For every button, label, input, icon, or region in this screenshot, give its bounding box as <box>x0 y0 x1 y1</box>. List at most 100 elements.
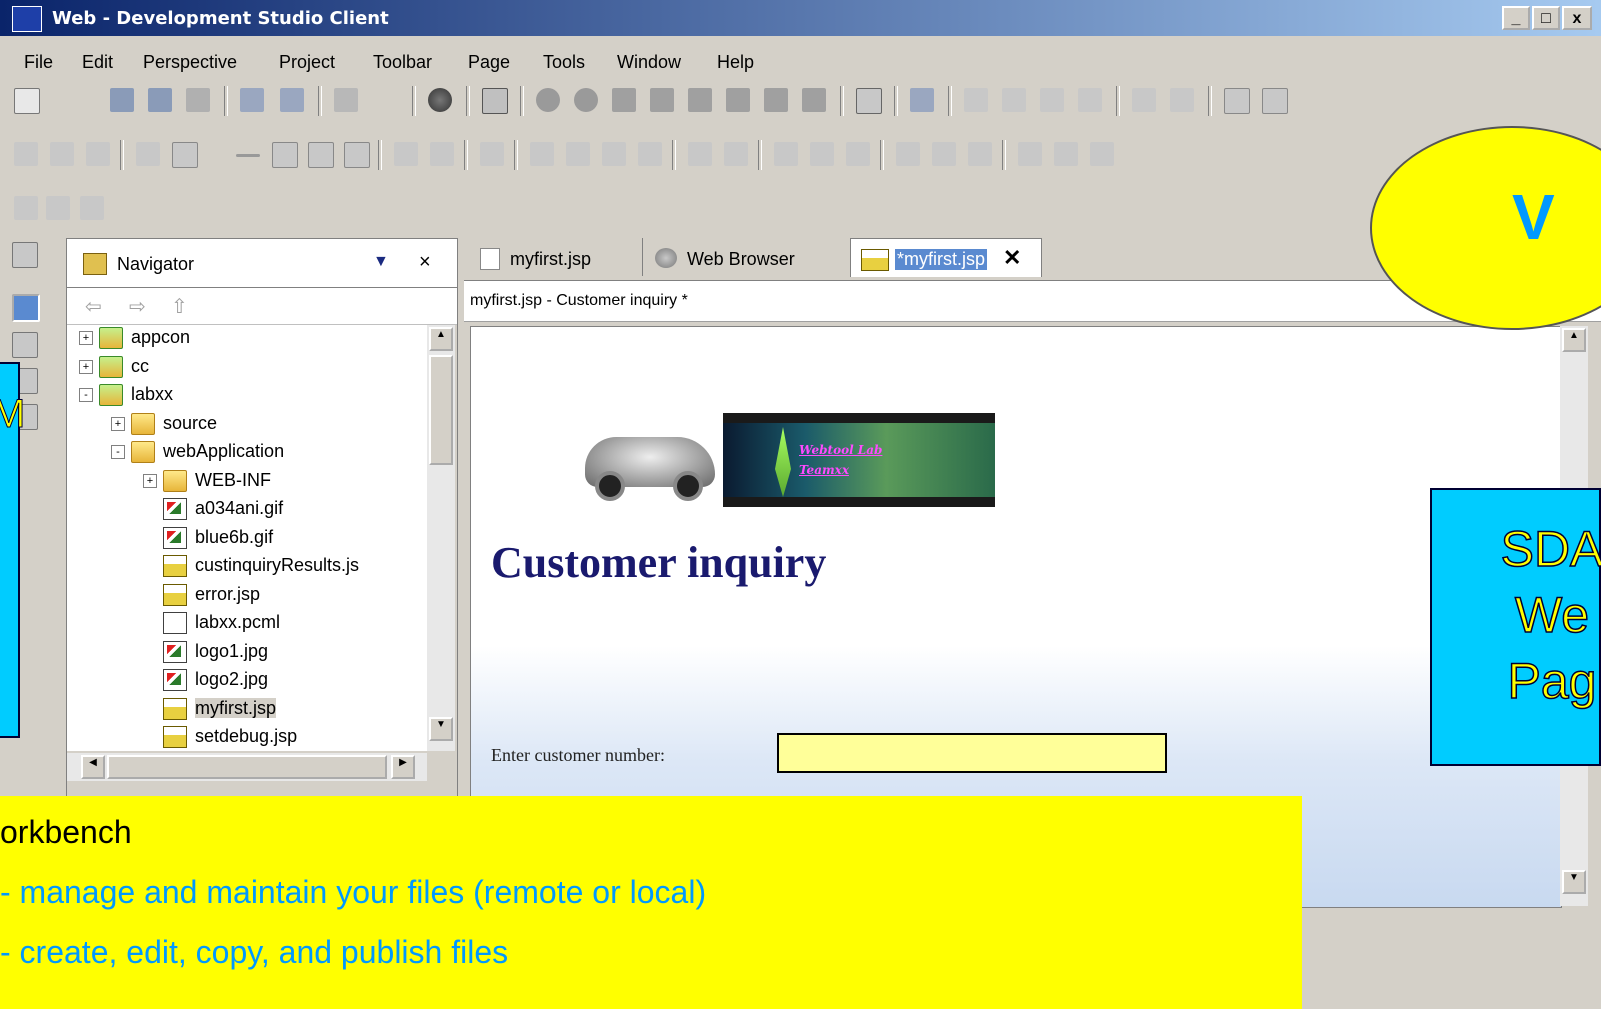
paste-icon[interactable] <box>1040 88 1064 112</box>
cut-icon[interactable] <box>964 88 988 112</box>
menu-window[interactable]: Window <box>617 52 681 73</box>
field-icon-3[interactable] <box>602 142 626 166</box>
wizard-icon-3[interactable] <box>688 88 712 112</box>
run-icon[interactable] <box>240 88 264 112</box>
expand-icon[interactable]: + <box>79 359 93 374</box>
embed-icon[interactable] <box>480 142 504 166</box>
open-type-icon[interactable] <box>334 88 358 112</box>
window-title-bar[interactable]: Web - Development Studio Client _ □ x <box>0 0 1601 36</box>
menu-toolbar[interactable]: Toolbar <box>373 52 432 73</box>
horizontal-rule-icon[interactable] <box>236 154 260 157</box>
scroll-thumb[interactable] <box>429 355 453 465</box>
bullet-list-icon[interactable] <box>14 142 38 166</box>
print-icon[interactable] <box>186 88 210 112</box>
h-scroll-thumb[interactable] <box>107 755 387 779</box>
field-icon-1[interactable] <box>530 142 554 166</box>
close-button[interactable]: x <box>1562 6 1592 30</box>
underline-icon[interactable] <box>1090 142 1114 166</box>
numbered-list-icon[interactable] <box>50 142 74 166</box>
scroll-down-button[interactable]: ▼ <box>429 717 453 741</box>
layout-icon[interactable] <box>1262 88 1288 114</box>
tree-item[interactable]: logo1.jpg <box>143 641 268 669</box>
delete-icon[interactable] <box>1078 88 1102 112</box>
customer-number-input[interactable] <box>777 733 1167 773</box>
close-tab-icon[interactable]: ✕ <box>1003 245 1021 271</box>
align-right-icon[interactable] <box>846 142 870 166</box>
expand-icon[interactable]: + <box>111 416 125 431</box>
italic-icon[interactable] <box>1054 142 1078 166</box>
scroll-right-button[interactable]: ▶ <box>391 755 415 779</box>
align-icon-2[interactable] <box>430 142 454 166</box>
tree-item[interactable]: custinquiryResults.js <box>143 555 359 583</box>
redo-icon[interactable] <box>1170 88 1194 112</box>
wizard-icon-1[interactable] <box>612 88 636 112</box>
scroll-left-button[interactable]: ◀ <box>81 755 105 779</box>
tree-item[interactable]: - labxx <box>79 384 173 412</box>
cell-bottom-icon[interactable] <box>968 142 992 166</box>
outdent-icon[interactable] <box>688 142 712 166</box>
align-left-icon[interactable] <box>774 142 798 166</box>
menu-tools[interactable]: Tools <box>543 52 585 73</box>
definition-list-icon[interactable] <box>86 142 110 166</box>
minimize-button[interactable]: _ <box>1502 6 1530 30</box>
debug-icon[interactable] <box>280 88 304 112</box>
maximize-button[interactable]: □ <box>1532 6 1560 30</box>
indent-icon[interactable] <box>724 142 748 166</box>
table-icon[interactable] <box>482 88 508 114</box>
collapse-icon[interactable]: - <box>79 388 93 403</box>
menu-page[interactable]: Page <box>468 52 510 73</box>
back-icon[interactable]: ⇦ <box>85 294 102 319</box>
globe-icon[interactable] <box>428 88 452 112</box>
new-icon[interactable] <box>14 88 40 114</box>
xml-icon[interactable] <box>856 88 882 114</box>
editor-scroll-up[interactable]: ▲ <box>1562 328 1586 352</box>
editor-scroll-down[interactable]: ▼ <box>1562 870 1586 894</box>
tree-item[interactable]: error.jsp <box>143 584 260 612</box>
tree-item[interactable]: logo2.jpg <box>143 669 268 697</box>
collapse-icon[interactable]: - <box>111 445 125 460</box>
copy-icon[interactable] <box>1002 88 1026 112</box>
cell-middle-icon[interactable] <box>932 142 956 166</box>
form-icon[interactable] <box>308 142 334 168</box>
tree-item[interactable]: - webApplication <box>111 441 284 469</box>
menu-perspective[interactable]: Perspective <box>143 52 237 73</box>
font-smaller-icon[interactable] <box>46 196 70 220</box>
forward-icon[interactable]: ⇨ <box>129 294 146 319</box>
tree-item[interactable]: + source <box>111 413 217 441</box>
cell-top-icon[interactable] <box>896 142 920 166</box>
tree-horizontal-scrollbar[interactable]: ◀ ▶ <box>67 753 427 781</box>
font-style-icon[interactable] <box>80 196 104 220</box>
close-view-icon[interactable]: × <box>419 251 431 274</box>
frame-icon[interactable] <box>1224 88 1250 114</box>
server-icon-2[interactable] <box>574 88 598 112</box>
tab-myfirst-jsp-active[interactable]: *myfirst.jsp ✕ <box>850 238 1042 277</box>
tree-item[interactable]: setdebug.jsp <box>143 726 297 751</box>
menu-help[interactable]: Help <box>717 52 754 73</box>
data-perspective-icon[interactable] <box>12 332 38 358</box>
tab-myfirst-jsp[interactable]: myfirst.jsp <box>474 238 634 276</box>
tree-item[interactable]: myfirst.jsp <box>143 697 276 726</box>
wizard-icon-2[interactable] <box>650 88 674 112</box>
layout-frame-icon[interactable] <box>344 142 370 168</box>
menu-file[interactable]: File <box>24 52 53 73</box>
expand-icon[interactable]: + <box>79 331 93 346</box>
align-center-icon[interactable] <box>810 142 834 166</box>
undo-icon[interactable] <box>1132 88 1156 112</box>
font-larger-icon[interactable] <box>14 196 38 220</box>
pencil-icon[interactable] <box>910 88 934 112</box>
tree-item[interactable]: + appcon <box>79 327 190 355</box>
align-icon-1[interactable] <box>394 142 418 166</box>
tab-web-browser[interactable]: Web Browser <box>642 238 843 276</box>
web-perspective-icon[interactable] <box>12 294 40 322</box>
wizard-icon-5[interactable] <box>764 88 788 112</box>
field-icon-4[interactable] <box>638 142 662 166</box>
tree-item[interactable]: labxx.pcml <box>143 612 280 640</box>
view-menu-icon[interactable]: ▼ <box>373 253 389 271</box>
tree-item[interactable]: + WEB-INF <box>143 470 271 498</box>
tree-item[interactable]: + cc <box>79 356 149 384</box>
save-icon[interactable] <box>110 88 134 112</box>
tree-item[interactable]: blue6b.gif <box>143 527 273 555</box>
tree-vertical-scrollbar[interactable]: ▲ ▼ <box>427 325 455 751</box>
scroll-up-button[interactable]: ▲ <box>429 327 453 351</box>
field-icon-2[interactable] <box>566 142 590 166</box>
